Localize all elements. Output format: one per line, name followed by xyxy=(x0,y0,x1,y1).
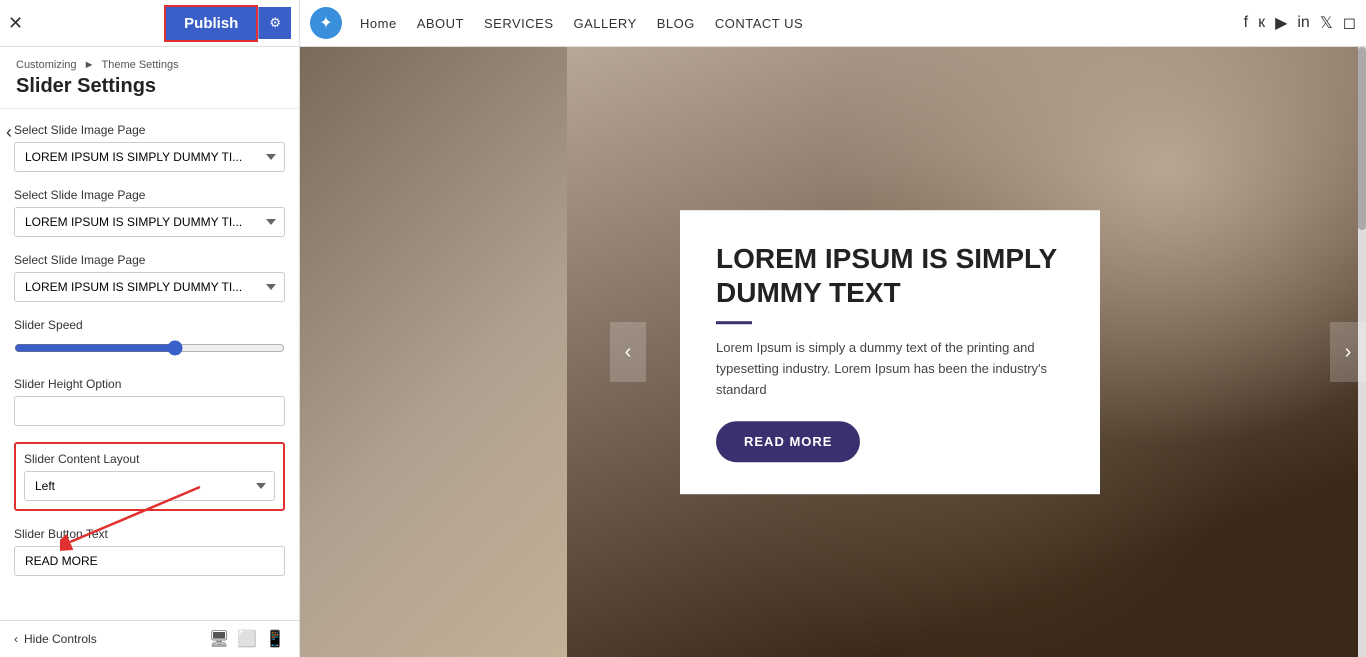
breadcrumb-customizing[interactable]: Customizing xyxy=(16,59,77,71)
preview-scrollbar-thumb xyxy=(1358,47,1366,230)
main-layout: Customizing ► Theme Settings Slider Sett… xyxy=(0,47,1366,657)
page-title: Slider Settings xyxy=(16,75,283,98)
slider-height-group: Slider Height Option xyxy=(14,377,285,426)
breadcrumb: Customizing ► Theme Settings xyxy=(16,59,283,71)
nav-home[interactable]: Home xyxy=(360,16,397,31)
sidebar-footer: ‹ Hide Controls 🖥 ⬜ 📱 xyxy=(0,620,299,657)
slide2-label: Select Slide Image Page xyxy=(14,188,285,202)
twitter-icon[interactable]: 𝕏 xyxy=(1320,13,1333,33)
publish-button[interactable]: Publish xyxy=(164,5,258,42)
slide3-group: Select Slide Image Page LOREM IPSUM IS S… xyxy=(14,253,285,302)
hero-background: LOREM IPSUM IS SIMPLY DUMMY TEXT Lorem I… xyxy=(300,47,1366,657)
nav-about[interactable]: ABOUT xyxy=(417,16,464,31)
slider-speed-group: Slider Speed xyxy=(14,318,285,361)
slider-content-layout-label: Slider Content Layout xyxy=(24,452,275,466)
close-button[interactable]: ✕ xyxy=(8,13,23,34)
hero-title: LOREM IPSUM IS SIMPLY DUMMY TEXT xyxy=(716,242,1064,309)
publish-area: Publish ⚙ xyxy=(164,5,291,42)
social-icons: f к ▶ in 𝕏 ◻ xyxy=(1244,13,1356,33)
slider-button-text-label: Slider Button Text xyxy=(14,527,285,541)
slider-next-arrow[interactable]: › xyxy=(1330,322,1366,382)
nav-services[interactable]: SERVICES xyxy=(484,16,554,31)
slider-height-label: Slider Height Option xyxy=(14,377,285,391)
slider-height-input[interactable] xyxy=(14,396,285,426)
slide1-select[interactable]: LOREM IPSUM IS SIMPLY DUMMY TI... xyxy=(14,142,285,172)
linkedin-icon[interactable]: in xyxy=(1297,14,1309,32)
slider-prev-arrow[interactable]: ‹ xyxy=(610,322,646,382)
back-button[interactable]: ‹ xyxy=(6,122,12,143)
instagram-icon[interactable]: ◻ xyxy=(1343,13,1356,33)
chevron-left-icon: ‹ xyxy=(14,632,18,646)
hero-card: LOREM IPSUM IS SIMPLY DUMMY TEXT Lorem I… xyxy=(680,210,1100,494)
logo-icon: ✦ xyxy=(319,13,332,33)
gear-button[interactable]: ⚙ xyxy=(258,7,291,39)
hide-controls-label: Hide Controls xyxy=(24,632,97,646)
top-bar: ✕ Publish ⚙ ✦ Home ABOUT SERVICES GALLER… xyxy=(0,0,1366,47)
slider-button-text-group: Slider Button Text xyxy=(14,527,285,576)
hide-controls-button[interactable]: ‹ Hide Controls xyxy=(14,632,97,646)
site-logo: ✦ xyxy=(310,7,342,39)
breadcrumb-theme-settings[interactable]: Theme Settings xyxy=(102,59,179,71)
slide3-select[interactable]: LOREM IPSUM IS SIMPLY DUMMY TI... xyxy=(14,272,285,302)
nav-blog[interactable]: BLOG xyxy=(657,16,695,31)
hero-divider xyxy=(716,321,752,324)
preview-area: LOREM IPSUM IS SIMPLY DUMMY TEXT Lorem I… xyxy=(300,47,1366,657)
slider-speed-input[interactable] xyxy=(14,340,285,356)
sidebar-header: Customizing ► Theme Settings Slider Sett… xyxy=(0,47,299,109)
facebook-icon[interactable]: f xyxy=(1244,14,1248,32)
slide1-group: Select Slide Image Page LOREM IPSUM IS S… xyxy=(14,123,285,172)
mobile-icon[interactable]: 📱 xyxy=(265,629,285,649)
vk-icon[interactable]: к xyxy=(1258,14,1265,32)
slider-content-layout-select[interactable]: Left Center Right xyxy=(24,471,275,501)
tablet-icon[interactable]: ⬜ xyxy=(237,629,257,649)
hero-read-more-button[interactable]: READ MORE xyxy=(716,421,860,462)
slide1-label: Select Slide Image Page xyxy=(14,123,285,137)
desktop-icon[interactable]: 🖥 xyxy=(209,629,229,649)
hero-body: Lorem Ipsum is simply a dummy text of th… xyxy=(716,338,1064,400)
device-icons: 🖥 ⬜ 📱 xyxy=(209,629,285,649)
sidebar: Customizing ► Theme Settings Slider Sett… xyxy=(0,47,300,657)
breadcrumb-separator: ► xyxy=(84,59,98,71)
slider-button-text-input[interactable] xyxy=(14,546,285,576)
nav-links: Home ABOUT SERVICES GALLERY BLOG CONTACT… xyxy=(360,16,803,31)
slide2-group: Select Slide Image Page LOREM IPSUM IS S… xyxy=(14,188,285,237)
top-bar-left: ✕ Publish ⚙ xyxy=(0,0,300,46)
slide2-select[interactable]: LOREM IPSUM IS SIMPLY DUMMY TI... xyxy=(14,207,285,237)
nav-gallery[interactable]: GALLERY xyxy=(574,16,637,31)
nav-contact[interactable]: CONTACT US xyxy=(715,16,803,31)
youtube-icon[interactable]: ▶ xyxy=(1275,13,1287,33)
top-bar-nav: ✦ Home ABOUT SERVICES GALLERY BLOG CONTA… xyxy=(300,7,1366,39)
slide3-label: Select Slide Image Page xyxy=(14,253,285,267)
sidebar-content: Select Slide Image Page LOREM IPSUM IS S… xyxy=(0,109,299,620)
slider-content-layout-group: Slider Content Layout Left Center Right xyxy=(14,442,285,511)
slider-speed-label: Slider Speed xyxy=(14,318,285,332)
